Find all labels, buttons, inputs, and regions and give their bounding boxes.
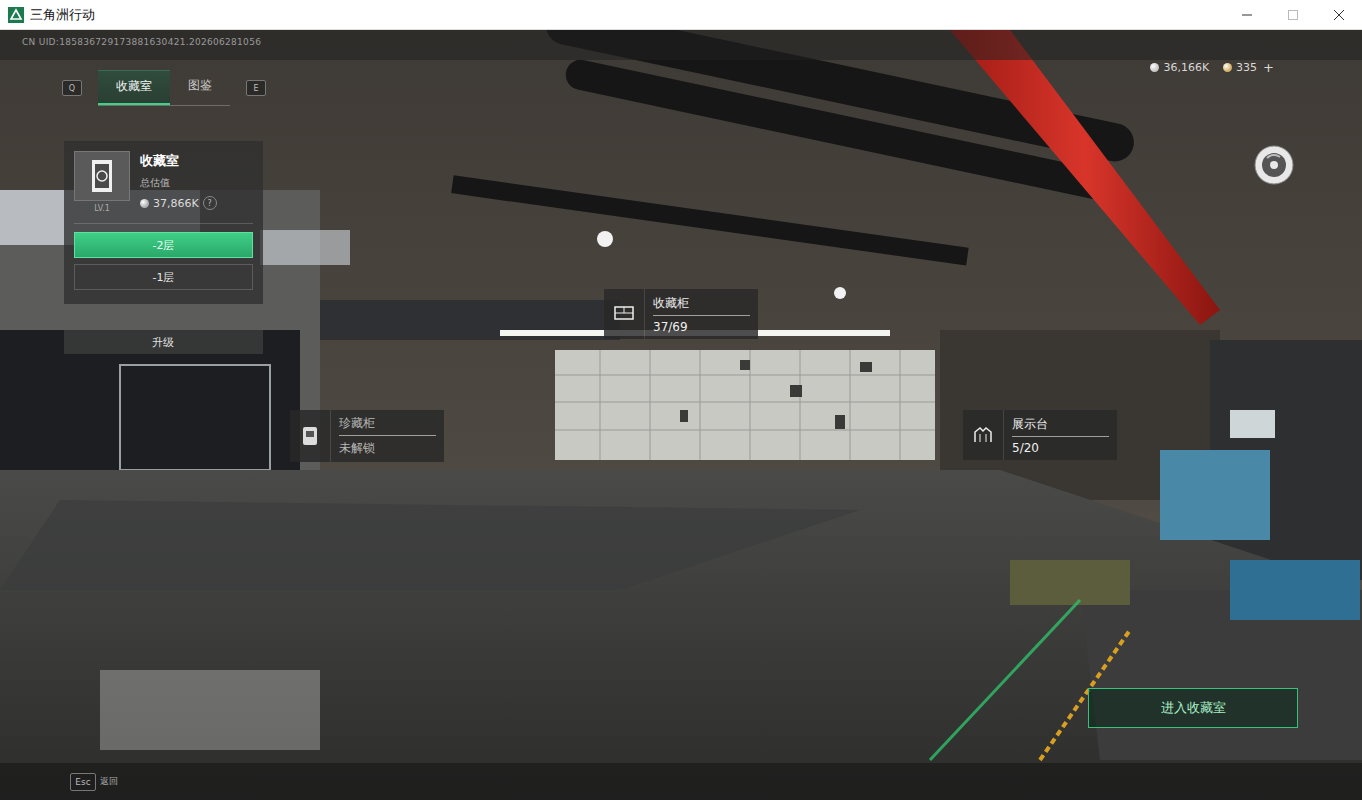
hotspot-status: 未解锁 [339, 440, 436, 457]
esc-key[interactable]: Esc [70, 773, 96, 791]
room-panel: LV.1 收藏室总估值 37,866K? -2层 -1层 [64, 141, 263, 304]
uid-label: CN UID:185836729173881630421.20260628105… [22, 37, 261, 47]
minimize-button[interactable] [1224, 0, 1270, 29]
room-value-text: 37,866K [153, 197, 199, 210]
currency-bar: 36,166K 335 + [1150, 60, 1274, 75]
hotspot-title: 珍藏柜 [339, 415, 436, 436]
maximize-icon [1287, 9, 1299, 21]
currency-value: 335 [1236, 61, 1257, 74]
room-emblem: LV.1 [74, 151, 130, 213]
hotspot[interactable]: 珍藏柜未解锁 [290, 410, 444, 462]
window-controls [1224, 0, 1362, 29]
game-view: CN UID:185836729173881630421.20260628105… [0, 30, 1362, 800]
hotspot-status: 37/69 [653, 320, 750, 334]
display-stand-icon [972, 424, 994, 446]
upgrade-button[interactable]: 升级 [64, 330, 263, 354]
room-header: LV.1 收藏室总估值 37,866K? [74, 151, 253, 213]
room-level: LV.1 [94, 204, 110, 213]
room-value: 37,866K? [140, 196, 217, 210]
prev-tab-key[interactable]: Q [62, 80, 82, 96]
hotspot[interactable]: 收藏柜 37/69 [604, 289, 758, 339]
tab-list: 收藏室图鉴 [98, 70, 230, 106]
hotspot-icon-box [604, 289, 645, 339]
tab[interactable]: 图鉴 [170, 70, 230, 105]
room-subtitle: 总估值 [140, 176, 217, 190]
currency-item: 36,166K [1150, 61, 1209, 74]
bottom-bar: Esc 返回 [0, 763, 1362, 800]
hotspot-title: 展示台 [1012, 416, 1109, 437]
room-emblem-box [74, 151, 130, 201]
currency-item: 335 [1223, 61, 1257, 74]
coin-icon [1150, 63, 1159, 72]
hotspot-icon-box [290, 410, 331, 462]
hotspot-icon-box [963, 410, 1004, 460]
title-bar: 三角洲行动 [0, 0, 1362, 30]
hotspot-status: 5/20 [1012, 441, 1109, 455]
title-left: 三角洲行动 [8, 6, 95, 24]
minimize-icon [1241, 9, 1253, 21]
hotspot[interactable]: 展示台 5/20 [963, 410, 1117, 460]
tab-bar: Q 收藏室图鉴 E [62, 70, 266, 106]
help-button[interactable]: ? [203, 196, 217, 210]
cabinet-icon [613, 303, 635, 325]
floor-button[interactable]: -1层 [74, 264, 253, 290]
room-title: 收藏室 [140, 152, 217, 170]
vault-icon [87, 158, 117, 194]
room-info: 收藏室总估值 37,866K? [140, 151, 217, 213]
app-logo-icon [8, 7, 24, 23]
close-button[interactable] [1316, 0, 1362, 29]
add-currency-button[interactable]: + [1263, 60, 1274, 75]
hotspot-text: 珍藏柜未解锁 [331, 410, 444, 462]
coin-icon [140, 199, 149, 208]
currency-value: 36,166K [1163, 61, 1209, 74]
floor-button[interactable]: -2层 [74, 232, 253, 258]
back-label[interactable]: 返回 [100, 775, 118, 788]
next-tab-key[interactable]: E [246, 80, 266, 96]
tab[interactable]: 收藏室 [98, 70, 170, 105]
disc-button[interactable] [1253, 144, 1295, 186]
hotspot-title: 收藏柜 [653, 295, 750, 316]
coin-icon [1223, 63, 1232, 72]
separator [74, 223, 253, 224]
hotspot-text: 收藏柜 37/69 [645, 289, 758, 339]
window-title: 三角洲行动 [30, 6, 95, 24]
enter-room-button[interactable]: 进入收藏室 [1088, 688, 1298, 728]
maximize-button[interactable] [1270, 0, 1316, 29]
safe-icon [299, 425, 321, 447]
close-icon [1333, 9, 1345, 21]
disc-icon [1253, 144, 1295, 186]
hotspot-text: 展示台 5/20 [1004, 410, 1117, 460]
